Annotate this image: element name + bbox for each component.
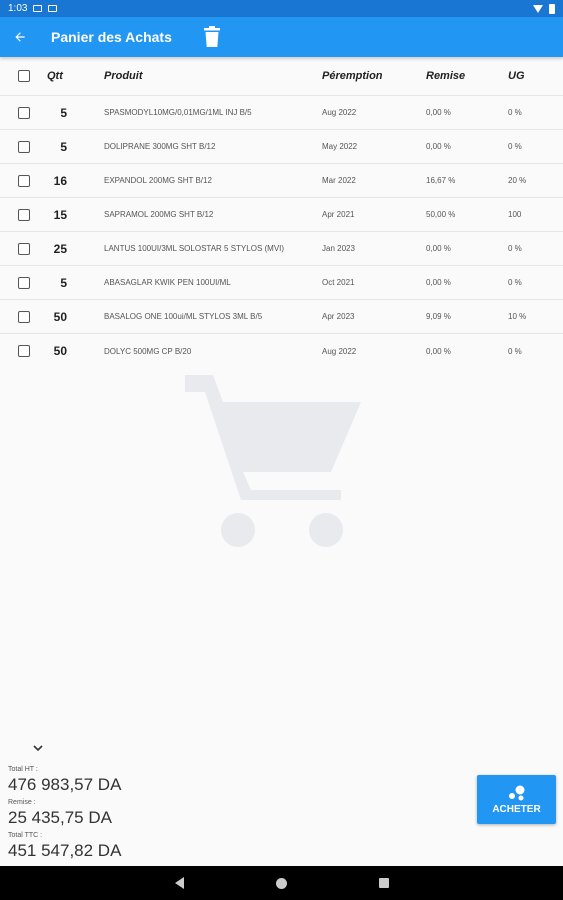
row-expiry: Apr 2023 (322, 312, 355, 321)
row-ug: 0 % (508, 278, 522, 287)
row-ug: 0 % (508, 244, 522, 253)
row-product: BASALOG ONE 100ui/ML STYLOS 3ML B/5 (104, 312, 263, 321)
row-expiry: Oct 2021 (322, 278, 355, 287)
row-checkbox[interactable] (17, 310, 30, 323)
nav-recent-icon[interactable] (378, 878, 389, 888)
remise-label: Remise : (8, 799, 36, 806)
row-checkbox[interactable] (17, 345, 30, 357)
row-expiry: Apr 2021 (322, 210, 355, 219)
remise-value: 25 435,75 DA (8, 808, 112, 827)
system-nav-bar (0, 866, 563, 900)
row-ug: 100 (508, 210, 522, 219)
table-row[interactable]: 15 SAPRAMOL 200MG SHT B/12 Apr 2021 50,0… (0, 198, 563, 232)
back-button[interactable] (0, 17, 40, 57)
row-discount: 0,00 % (426, 142, 451, 151)
row-discount: 9,09 % (426, 312, 451, 321)
row-checkbox[interactable] (17, 242, 30, 255)
wifi-icon (533, 4, 543, 13)
table-row[interactable]: 5 DOLIPRANE 300MG SHT B/12 May 2022 0,00… (0, 130, 563, 164)
row-product: SAPRAMOL 200MG SHT B/12 (104, 210, 214, 219)
row-expiry: Jan 2023 (322, 244, 355, 253)
row-product: EXPANDOL 200MG SHT B/12 (104, 176, 212, 185)
status-bar: 1:03 (0, 0, 563, 17)
shopping-cart-icon (185, 375, 361, 547)
trash-icon (203, 26, 220, 47)
row-ug: 0 % (508, 142, 522, 151)
nav-back-icon[interactable] (174, 877, 184, 889)
buy-button-label: ACHETER (492, 803, 541, 815)
totals-panel: Total HT : 476 983,57 DA Remise : 25 435… (8, 765, 308, 864)
table-header: Qtt Produit Péremption Remise UG (0, 57, 563, 96)
row-ug: 0 % (508, 108, 522, 117)
table-row[interactable]: 50 BASALOG ONE 100ui/ML STYLOS 3ML B/5 A… (0, 300, 563, 334)
total-ht-label: Total HT : (8, 766, 38, 773)
header-quantity: Qtt (47, 70, 63, 82)
nav-home-icon[interactable] (275, 877, 287, 889)
row-ug: 0 % (508, 346, 522, 356)
row-checkbox[interactable] (17, 140, 30, 153)
header-ug: UG (508, 70, 525, 82)
status-notification-icon (33, 5, 43, 12)
row-discount: 0,00 % (426, 244, 451, 253)
row-discount: 16,67 % (426, 176, 456, 185)
row-expiry: Mar 2022 (322, 176, 356, 185)
row-quantity: 5 (60, 139, 67, 154)
row-expiry: Aug 2022 (322, 108, 357, 117)
row-ug: 10 % (508, 312, 527, 321)
row-discount: 0,00 % (426, 278, 451, 287)
row-expiry: Aug 2022 (322, 346, 357, 356)
row-quantity: 50 (53, 344, 67, 358)
page-title: Panier des Achats (51, 29, 172, 45)
header-discount: Remise (426, 70, 466, 82)
row-checkbox[interactable] (17, 276, 30, 289)
table-row[interactable]: 5 ABASAGLAR KWIK PEN 100UI/ML Oct 2021 0… (0, 266, 563, 300)
row-expiry: May 2022 (322, 142, 358, 151)
row-discount: 0,00 % (426, 108, 451, 117)
cart-table: Qtt Produit Péremption Remise UG 5 SPASM… (0, 57, 563, 368)
row-ug: 20 % (508, 176, 527, 185)
row-quantity: 25 (53, 241, 67, 256)
row-quantity: 16 (53, 173, 67, 188)
row-quantity: 15 (53, 207, 67, 222)
row-checkbox[interactable] (17, 174, 30, 187)
row-product: DOLIPRANE 300MG SHT B/12 (104, 142, 216, 151)
status-time: 1:03 (8, 3, 28, 14)
battery-icon (549, 3, 555, 14)
delete-button[interactable] (200, 22, 224, 52)
row-quantity: 5 (60, 275, 67, 290)
buy-button[interactable]: ACHETER (477, 775, 556, 824)
row-discount: 50,00 % (426, 210, 456, 219)
select-all-checkbox[interactable] (17, 70, 30, 82)
row-product: ABASAGLAR KWIK PEN 100UI/ML (104, 278, 231, 287)
table-row[interactable]: 16 EXPANDOL 200MG SHT B/12 Mar 2022 16,6… (0, 164, 563, 198)
row-checkbox[interactable] (17, 106, 30, 119)
chevron-down-icon[interactable] (31, 741, 45, 755)
total-ttc-label: Total TTC : (8, 832, 43, 839)
status-notification-icon-2 (48, 5, 58, 12)
arrow-left-icon (15, 32, 25, 42)
row-checkbox[interactable] (17, 208, 30, 221)
row-product: DOLYC 500MG CP B/20 (104, 346, 192, 356)
header-expiry: Péremption (322, 70, 383, 82)
table-row[interactable]: 50 DOLYC 500MG CP B/20 Aug 2022 0,00 % 0… (0, 334, 563, 368)
table-row[interactable]: 25 LANTUS 100UI/3ML SOLOSTAR 5 STYLOS (M… (0, 232, 563, 266)
table-row[interactable]: 5 SPASMODYL10MG/0,01MG/1ML INJ B/5 Aug 2… (0, 96, 563, 130)
row-discount: 0,00 % (426, 346, 451, 356)
row-quantity: 50 (53, 309, 67, 324)
header-product: Produit (104, 70, 143, 82)
app-bar: Panier des Achats (0, 17, 563, 57)
row-product: SPASMODYL10MG/0,01MG/1ML INJ B/5 (104, 108, 252, 117)
row-product: LANTUS 100UI/3ML SOLOSTAR 5 STYLOS (MVI) (104, 244, 285, 253)
total-ttc-value: 451 547,82 DA (8, 841, 122, 860)
row-quantity: 5 (60, 105, 67, 120)
total-ht-value: 476 983,57 DA (8, 775, 122, 794)
bubbles-icon (508, 785, 524, 800)
